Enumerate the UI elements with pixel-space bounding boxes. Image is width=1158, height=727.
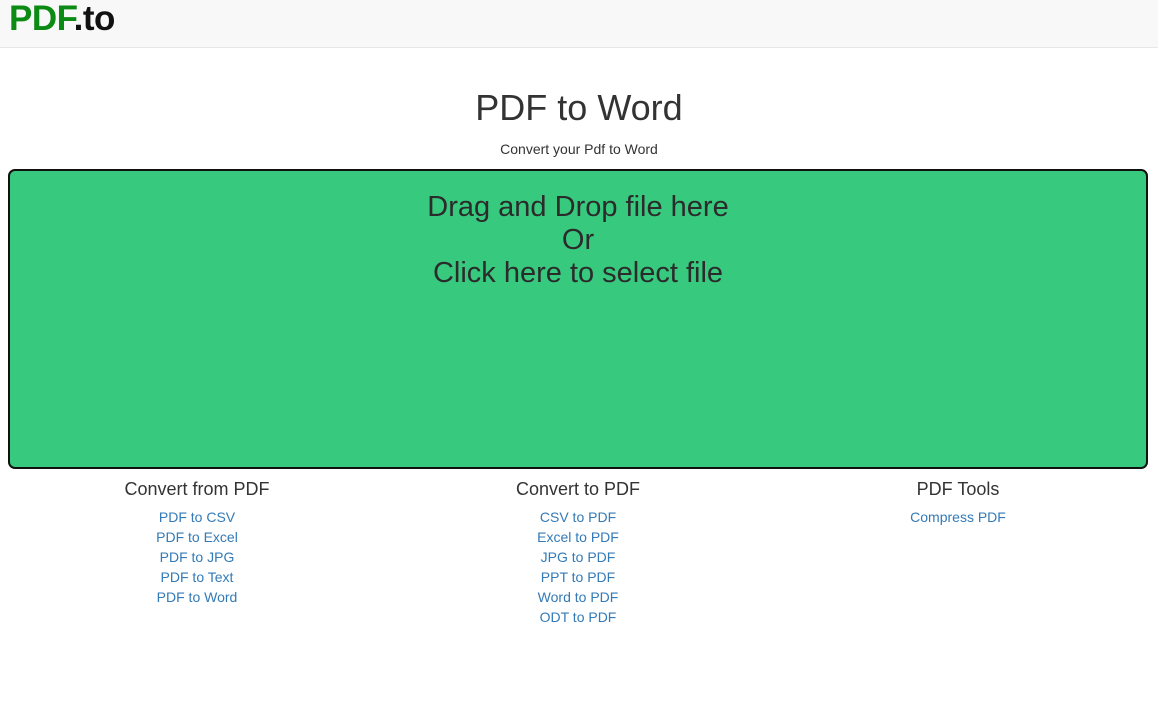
dropzone-line-drag: Drag and Drop file here: [427, 191, 729, 223]
page-title: PDF to Word: [475, 87, 683, 128]
dropzone-line-select: Click here to select file: [432, 257, 724, 289]
link-pdf-to-excel[interactable]: PDF to Excel: [156, 529, 238, 545]
brand-text-to: .to: [73, 0, 116, 38]
brand-logo-link[interactable]: PDF.to: [9, 0, 115, 41]
link-jpg-to-pdf[interactable]: JPG to PDF: [541, 549, 616, 565]
link-odt-to-pdf[interactable]: ODT to PDF: [540, 609, 617, 625]
link-pdf-to-jpg[interactable]: PDF to JPG: [160, 549, 235, 565]
navbar: PDF.to: [0, 0, 1158, 48]
column-title: Convert to PDF: [515, 479, 641, 499]
link-csv-to-pdf[interactable]: CSV to PDF: [540, 509, 616, 525]
link-ppt-to-pdf[interactable]: PPT to PDF: [541, 569, 615, 585]
column-pdf-tools: PDF Tools Compress PDF: [768, 477, 1148, 527]
link-pdf-to-text[interactable]: PDF to Text: [161, 569, 234, 585]
brand-text-pdf: PDF: [9, 0, 74, 38]
dropzone-line-or: Or: [561, 224, 595, 256]
link-pdf-to-csv[interactable]: PDF to CSV: [159, 509, 235, 525]
column-convert-to-pdf: Convert to PDF CSV to PDF Excel to PDF J…: [388, 477, 768, 627]
link-word-to-pdf[interactable]: Word to PDF: [538, 589, 619, 605]
link-list: PDF to CSV PDF to Excel PDF to JPG PDF t…: [7, 507, 387, 607]
page-subtitle: Convert your Pdf to Word: [500, 141, 658, 157]
link-excel-to-pdf[interactable]: Excel to PDF: [537, 529, 619, 545]
column-title: Convert from PDF: [124, 479, 270, 499]
link-pdf-to-word[interactable]: PDF to Word: [157, 589, 238, 605]
link-compress-pdf[interactable]: Compress PDF: [910, 509, 1006, 525]
link-list: Compress PDF: [768, 507, 1148, 527]
file-dropzone[interactable]: Drag and Drop file here Or Click here to…: [8, 169, 1148, 469]
dropzone-instructions: Drag and Drop file here Or Click here to…: [10, 191, 1146, 290]
link-list: CSV to PDF Excel to PDF JPG to PDF PPT t…: [388, 507, 768, 627]
column-title: PDF Tools: [916, 479, 1000, 499]
column-convert-from-pdf: Convert from PDF PDF to CSV PDF to Excel…: [7, 477, 387, 607]
